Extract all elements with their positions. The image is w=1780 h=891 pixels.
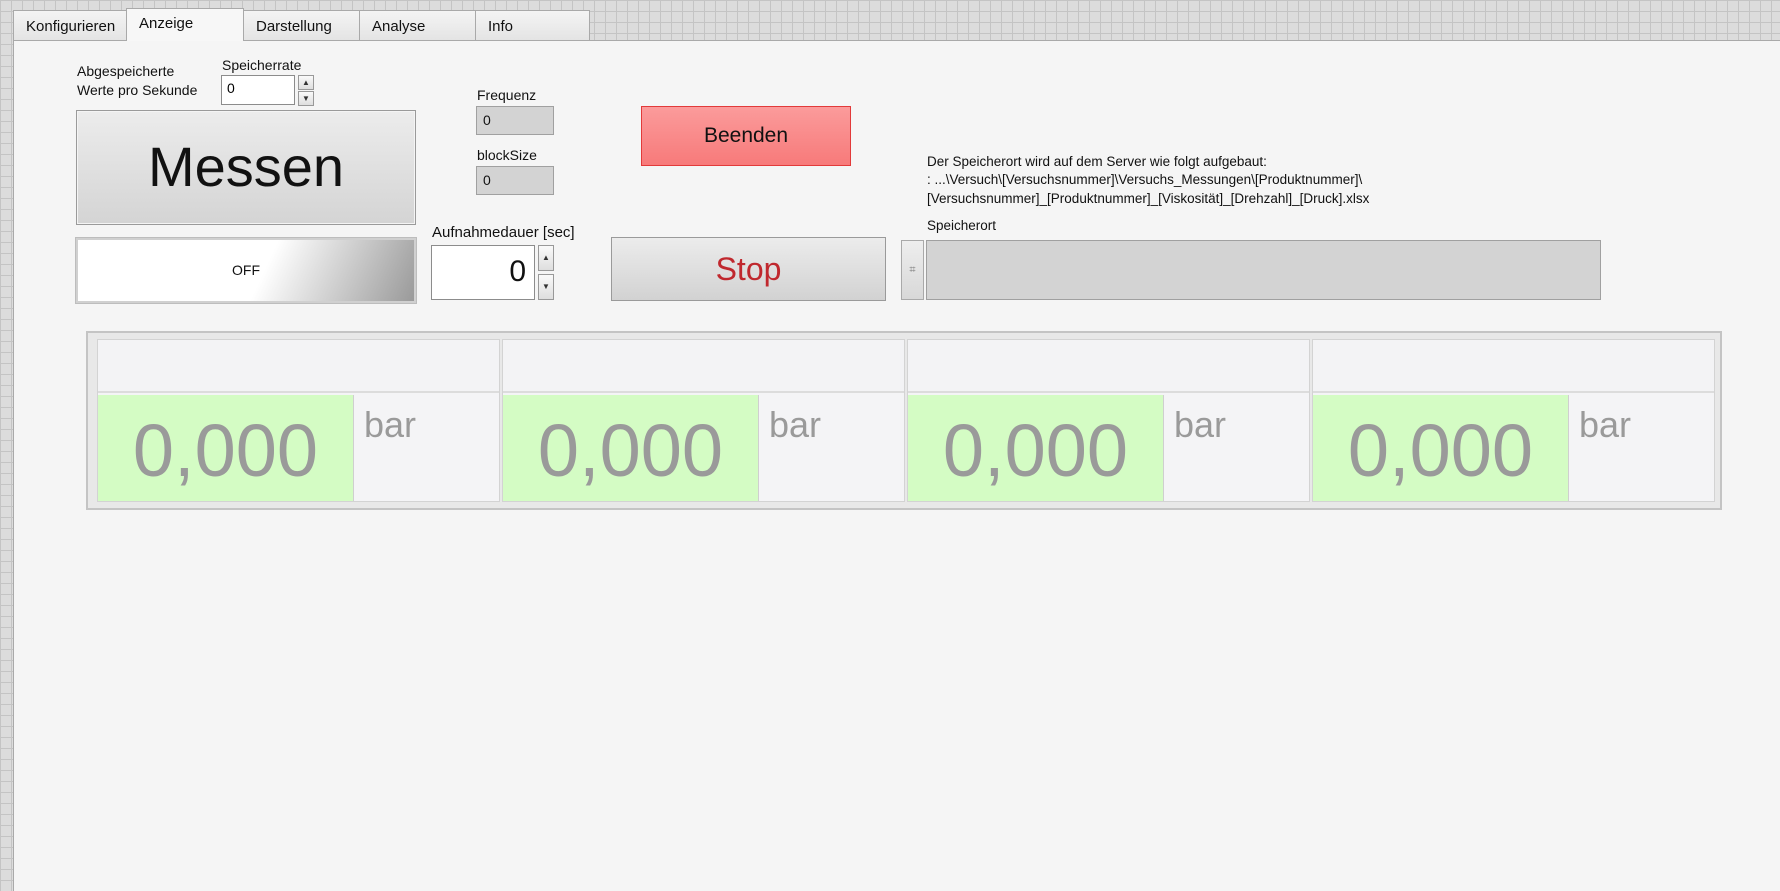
save-rate-input[interactable]: 0 [221,75,295,105]
gauge-title [503,340,904,393]
save-rate-decrement-button[interactable]: ▼ [298,91,314,106]
pressure-gauge-3: 0,000 bar [907,339,1310,502]
gauge-title [98,340,499,393]
stop-button[interactable]: Stop [611,237,886,301]
storage-info-line3: [Versuchsnummer]_[Produktnummer]_[Viskos… [927,191,1370,206]
storage-path-field[interactable] [926,240,1601,300]
blocksize-label: blockSize [477,147,537,163]
gauge-value: 0,000 [98,395,354,501]
gauge-value: 0,000 [503,395,759,501]
gauge-unit: bar [1174,404,1227,445]
duration-label: Aufnahmedauer [sec] [432,224,575,241]
browse-icon[interactable]: ⌗ [901,240,924,300]
storage-path-label: Speicherort [927,218,997,233]
pressure-gauge-2: 0,000 bar [502,339,905,502]
save-rate-increment-button[interactable]: ▲ [298,75,314,90]
tab-konfigurieren[interactable]: Konfigurieren [13,10,127,40]
pressure-cluster: 0,000 bar 0,000 bar 0,000 bar 0,000 bar [86,331,1722,510]
measure-toggle[interactable]: OFF [76,238,416,303]
tab-darstellung[interactable]: Darstellung [243,10,360,40]
storage-info-line1: Der Speicherort wird auf dem Server wie … [927,154,1267,169]
gauge-unit: bar [364,404,417,445]
gauge-unit: bar [1579,404,1632,445]
tab-anzeige[interactable]: Anzeige [126,8,244,41]
duration-input[interactable]: 0 [431,245,535,300]
duration-increment-button[interactable]: ▲ [538,245,554,271]
storage-info-line2: : ...\Versuch\[Versuchsnummer]\Versuchs_… [927,172,1363,187]
gauge-title [1313,340,1714,393]
duration-decrement-button[interactable]: ▼ [538,274,554,300]
tab-info[interactable]: Info [475,10,590,40]
gauge-title [908,340,1309,393]
frequency-indicator: 0 [476,106,554,135]
pressure-gauge-4: 0,000 bar [1312,339,1715,502]
saved-values-label-line1: Abgespeicherte [77,63,175,79]
quit-button[interactable]: Beenden [641,106,851,166]
blocksize-indicator: 0 [476,166,554,195]
gauge-value: 0,000 [908,395,1164,501]
tab-analyse[interactable]: Analyse [359,10,476,40]
gauge-unit: bar [769,404,822,445]
frequency-label: Frequenz [477,87,537,103]
measure-button[interactable]: Messen [76,110,416,225]
saved-values-label-line2: Werte pro Sekunde [77,82,198,98]
pressure-gauge-1: 0,000 bar [97,339,500,502]
save-rate-label: Speicherrate [222,57,302,73]
gauge-value: 0,000 [1313,395,1569,501]
